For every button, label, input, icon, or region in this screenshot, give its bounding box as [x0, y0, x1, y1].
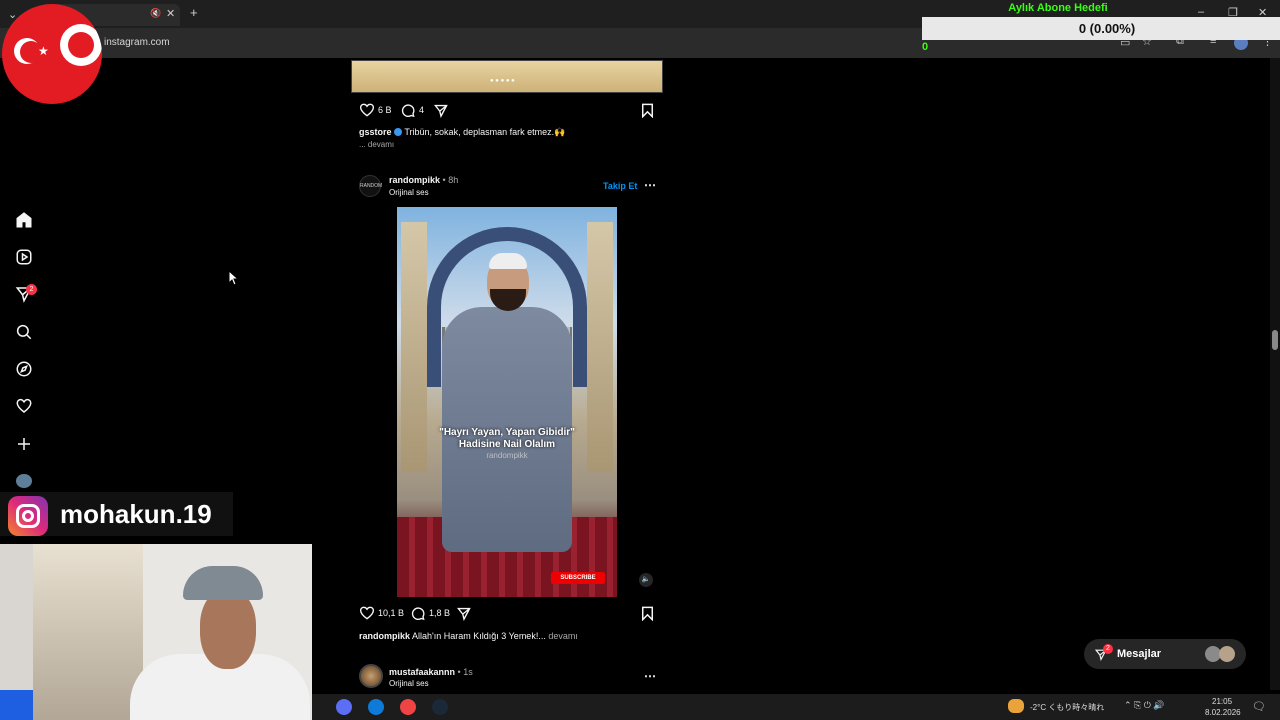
- nav-reels[interactable]: [14, 247, 34, 267]
- new-tab-button[interactable]: +: [190, 5, 198, 20]
- follow-button[interactable]: Takip Et: [603, 181, 637, 191]
- goal-count: 0: [922, 41, 929, 53]
- comment-count: 1,8 B: [429, 608, 451, 618]
- post-caption: Allah'ın Haram Kıldığı 3 Yemek!...: [412, 631, 546, 641]
- messages-label[interactable]: Mesajlar: [1117, 648, 1161, 660]
- share-icon[interactable]: [433, 103, 449, 118]
- caption-username[interactable]: randompikk: [359, 631, 410, 641]
- save-icon[interactable]: [641, 103, 654, 118]
- tab-audio-icon[interactable]: 🔇: [150, 8, 161, 19]
- clock-date[interactable]: 8.02.2026: [1205, 708, 1241, 717]
- post-audio[interactable]: Orijinal ses: [389, 679, 429, 688]
- search-icon: [16, 324, 32, 340]
- like-icon[interactable]: [359, 606, 375, 620]
- comment-icon[interactable]: [400, 103, 416, 118]
- webcam-feed: [0, 544, 312, 720]
- reels-icon: [16, 249, 32, 265]
- carousel-dots: ● ● ● ● ●: [490, 78, 515, 84]
- heart-icon: [16, 398, 32, 413]
- url-text[interactable]: instagram.com: [104, 37, 170, 48]
- weather-text[interactable]: -2°C くもり時々晴れ: [1030, 702, 1104, 713]
- post-caption: Tribün, sokak, deplasman fark etmez.🙌: [404, 127, 566, 137]
- instagram-logo-icon: [8, 496, 48, 536]
- notifications-icon[interactable]: 🗨: [1252, 700, 1266, 713]
- comment-icon[interactable]: [410, 606, 426, 621]
- post-time: 1s: [463, 667, 473, 677]
- separator-dot: •: [442, 175, 446, 185]
- clock-time[interactable]: 21:05: [1212, 697, 1232, 706]
- messages-badge: 2: [1103, 644, 1113, 654]
- video-caption-line1: "Hayrı Yayan, Yapan Gibidir": [439, 427, 575, 438]
- reel-frame[interactable]: [397, 207, 617, 597]
- goal-value: 0 (0.00%): [1078, 21, 1136, 36]
- chrome-icon[interactable]: [400, 699, 416, 715]
- discord-icon[interactable]: [336, 699, 352, 715]
- mute-icon[interactable]: 🔈: [639, 573, 653, 587]
- create-icon: [18, 438, 30, 450]
- post-time: 8h: [448, 175, 459, 185]
- post-image[interactable]: [351, 60, 663, 93]
- subscribe-badge: SUBSCRIBE: [551, 572, 605, 584]
- turkish-flag-logo: ★: [2, 4, 102, 104]
- direct-badge: 2: [26, 284, 37, 295]
- share-icon[interactable]: [456, 606, 472, 621]
- avatar: [1219, 646, 1235, 662]
- verified-badge-icon: [394, 128, 403, 136]
- nav-search[interactable]: [14, 322, 34, 342]
- more-link[interactable]: ... devamı: [359, 140, 394, 149]
- streamer-handle: mohakun.19: [60, 499, 212, 529]
- post-author[interactable]: mustafaakannn: [389, 667, 455, 677]
- post-author-avatar[interactable]: RANDOM: [359, 175, 382, 197]
- steam-icon[interactable]: [432, 699, 448, 715]
- weather-icon[interactable]: [1008, 699, 1024, 713]
- mouse-cursor-icon: [229, 271, 239, 286]
- post-audio[interactable]: Orijinal ses: [389, 188, 429, 197]
- nav-notifications[interactable]: [14, 396, 34, 416]
- more-link[interactable]: devamı: [548, 631, 578, 641]
- home-icon: [16, 212, 32, 228]
- explore-icon: [16, 361, 32, 377]
- nav-profile-avatar[interactable]: [16, 474, 32, 488]
- comment-count: 4: [419, 105, 425, 115]
- scrollbar[interactable]: [1270, 58, 1280, 690]
- like-count: 10,1 B: [378, 608, 405, 618]
- nav-create[interactable]: [14, 434, 34, 454]
- video-caption-line2: Hadisine Nail Olalım: [458, 439, 556, 450]
- goal-title: Aylık Abone Hedefi: [1008, 2, 1108, 14]
- more-options-icon[interactable]: ⋯: [644, 178, 656, 192]
- separator-dot: •: [457, 667, 461, 677]
- scrollbar-thumb[interactable]: [1272, 330, 1278, 350]
- edge-icon[interactable]: [368, 699, 384, 715]
- tray-icons[interactable]: ⌃ ⎘ ⏻ 🔊: [1124, 700, 1165, 711]
- post-author-avatar[interactable]: [359, 664, 383, 688]
- video-watermark: randompikk: [486, 451, 528, 460]
- like-count: 6 B: [378, 105, 392, 115]
- nav-explore[interactable]: [14, 359, 34, 379]
- more-options-icon[interactable]: ⋯: [644, 669, 656, 683]
- post-author[interactable]: randompikk: [389, 175, 440, 185]
- tab-close-button[interactable]: ✕: [166, 7, 175, 20]
- like-icon[interactable]: [359, 103, 375, 117]
- post-username[interactable]: gsstore: [359, 127, 392, 137]
- nav-home[interactable]: [14, 210, 34, 230]
- save-icon[interactable]: [641, 606, 654, 621]
